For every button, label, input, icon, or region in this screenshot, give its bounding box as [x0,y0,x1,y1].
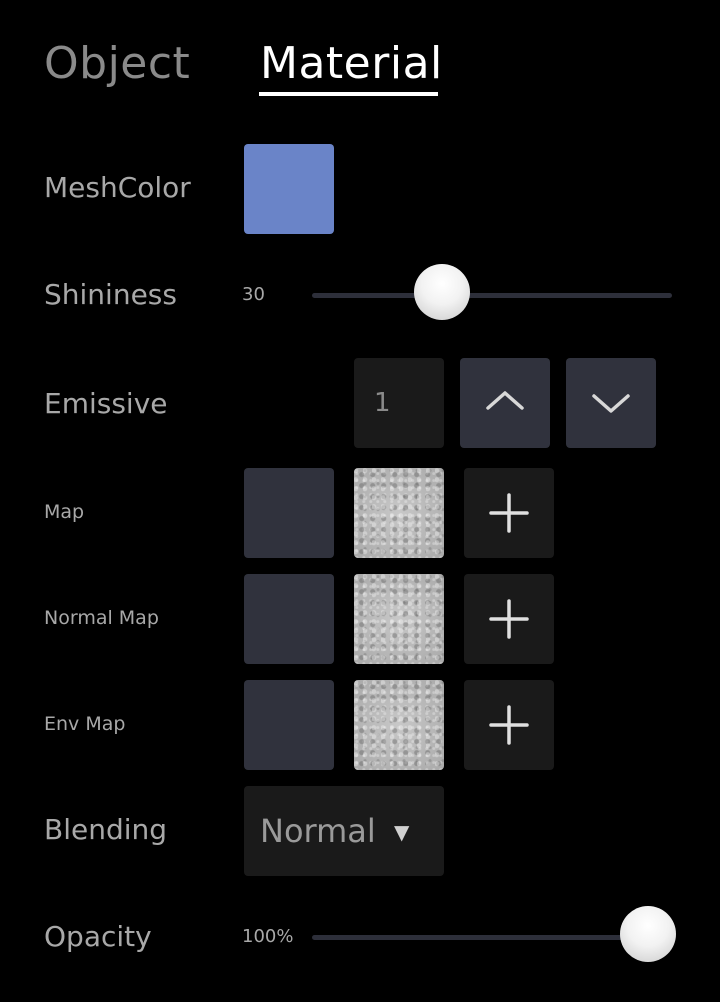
normal-map-texture-preview[interactable] [354,574,444,664]
map-color-slot[interactable] [244,468,334,558]
emissive-decrement-button[interactable] [566,358,656,448]
opacity-slider-thumb[interactable] [620,906,676,962]
opacity-value: 100% [242,926,294,947]
opacity-label: Opacity [44,920,152,953]
shininess-slider-track[interactable] [312,293,672,298]
emissive-increment-button[interactable] [460,358,550,448]
tab-object[interactable]: Object [44,38,190,90]
plus-icon [489,705,529,745]
normal-map-color-slot[interactable] [244,574,334,664]
env-map-texture-preview[interactable] [354,680,444,770]
shininess-label: Shininess [44,278,177,311]
dropdown-arrow-icon: ▼ [394,820,410,844]
tab-material[interactable]: Material [260,38,443,90]
mesh-color-label: MeshColor [44,171,191,204]
opacity-slider-track[interactable] [312,935,672,940]
emissive-value: 1 [374,388,391,418]
map-texture-preview[interactable] [354,468,444,558]
map-label: Map [44,501,85,523]
blending-label: Blending [44,813,168,846]
map-add-button[interactable] [464,468,554,558]
env-map-label: Env Map [44,713,126,735]
chevron-up-icon [486,391,524,410]
shininess-value: 30 [242,284,265,305]
emissive-value-field[interactable]: 1 [354,358,444,448]
normal-map-label: Normal Map [44,607,159,629]
env-map-color-slot[interactable] [244,680,334,770]
mesh-color-swatch[interactable] [244,144,334,234]
plus-icon [489,599,529,639]
chevron-down-icon [592,394,630,413]
env-map-add-button[interactable] [464,680,554,770]
blending-select[interactable]: Normal ▼ [244,786,444,876]
normal-map-add-button[interactable] [464,574,554,664]
plus-icon [489,493,529,533]
emissive-label: Emissive [44,387,168,420]
shininess-slider-thumb[interactable] [414,264,471,320]
blending-selected-value: Normal [260,812,376,850]
active-tab-underline [259,92,438,96]
